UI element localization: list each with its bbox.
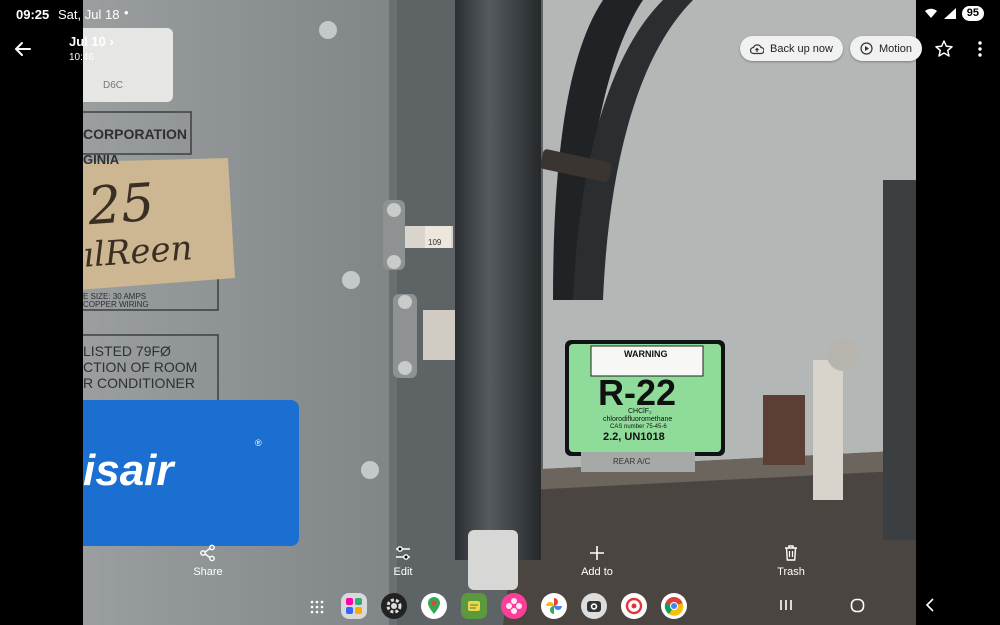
signal-icon bbox=[943, 8, 956, 19]
app-drawer-icon[interactable] bbox=[309, 599, 325, 615]
photo-formula: CHClF₂ bbox=[628, 408, 652, 415]
photo-text-d: D6C bbox=[103, 80, 124, 91]
home-icon[interactable] bbox=[850, 598, 865, 613]
motion-label: Motion bbox=[879, 42, 913, 55]
motion-button[interactable]: Motion bbox=[850, 36, 923, 61]
photo-brand-text: isair bbox=[83, 446, 174, 495]
trash-button[interactable]: Trash bbox=[746, 544, 836, 578]
chevron-right-icon: › bbox=[109, 34, 114, 49]
photo-viewer[interactable]: D6C CORPORATION GINIA 25 ılReen E SIZE: … bbox=[83, 0, 916, 625]
share-label: Share bbox=[193, 566, 223, 578]
cloud-upload-icon bbox=[750, 43, 764, 54]
gallery-flower-icon[interactable] bbox=[501, 593, 527, 619]
chrome-icon[interactable] bbox=[661, 593, 687, 619]
add-to-button[interactable]: Add to bbox=[552, 544, 642, 578]
browser-red-icon[interactable] bbox=[621, 593, 647, 619]
edit-sliders-icon bbox=[396, 546, 410, 560]
photo-text-ction: CTION OF ROOM bbox=[83, 359, 198, 375]
photo-tape-number: 109 bbox=[428, 238, 442, 247]
back-nav-icon[interactable] bbox=[923, 598, 937, 612]
more-vert-icon[interactable] bbox=[970, 39, 990, 59]
share-button[interactable]: Share bbox=[163, 544, 253, 578]
maps-icon[interactable] bbox=[421, 593, 447, 619]
status-date: Sat, Jul 18 bbox=[58, 7, 120, 22]
photo-text-wiring: COPPER WIRING bbox=[83, 300, 149, 309]
photo-handwriting-1: 25 bbox=[85, 172, 157, 238]
photo-text-listed: LISTED 79FØ bbox=[83, 343, 171, 359]
share-icon bbox=[200, 544, 215, 562]
status-icons: 95 bbox=[924, 6, 984, 21]
camera-icon[interactable] bbox=[581, 593, 607, 619]
photo-rear: REAR A/C bbox=[613, 457, 651, 466]
photo-brand-reg: ® bbox=[255, 438, 262, 448]
system-nav-bar bbox=[0, 590, 1000, 625]
add-to-label: Add to bbox=[581, 566, 613, 578]
photo-date: Jul 10 bbox=[69, 34, 106, 49]
photo-warning: WARNING bbox=[624, 349, 668, 359]
photo-time: 10:46 bbox=[69, 52, 95, 63]
photo-un: 2.2, UN1018 bbox=[603, 431, 665, 443]
notes-app-icon[interactable] bbox=[461, 593, 487, 619]
trash-label: Trash bbox=[777, 566, 805, 578]
trash-icon bbox=[785, 545, 797, 561]
photo-text-ginia: GINIA bbox=[83, 152, 120, 167]
status-time: 09:25 bbox=[16, 7, 50, 22]
motion-play-icon bbox=[860, 42, 873, 55]
battery-badge: 95 bbox=[961, 6, 984, 21]
app-folder-icon[interactable] bbox=[341, 593, 367, 619]
top-bar: Jul 10 › 10:46 Back up now Motion bbox=[0, 28, 1000, 68]
photo-handwriting-2: ılReen bbox=[83, 228, 194, 276]
photo-date-title[interactable]: Jul 10 › bbox=[69, 34, 114, 49]
photo-text-cond: R CONDITIONER bbox=[83, 375, 195, 391]
google-photos-icon[interactable] bbox=[541, 593, 567, 619]
photo-chemname: chlorodifluoromethane bbox=[603, 416, 673, 423]
photo-text-corp: CORPORATION bbox=[83, 126, 187, 142]
wifi-icon bbox=[924, 8, 937, 18]
settings-gear-icon[interactable] bbox=[381, 593, 407, 619]
plus-icon bbox=[590, 546, 604, 560]
recents-icon[interactable] bbox=[779, 598, 793, 612]
action-bar: Share Edit Add to Trash bbox=[0, 540, 1000, 590]
back-up-now-label: Back up now bbox=[770, 42, 833, 55]
star-icon[interactable] bbox=[934, 39, 954, 59]
edit-button[interactable]: Edit bbox=[358, 544, 448, 578]
photo-cas: CAS number 75-45-6 bbox=[610, 424, 667, 430]
back-arrow-icon[interactable] bbox=[12, 38, 34, 60]
status-notification-dot: • bbox=[124, 5, 129, 20]
photo-image bbox=[83, 0, 916, 625]
status-bar: 09:25 Sat, Jul 18 • 95 bbox=[0, 0, 1000, 28]
back-up-now-button[interactable]: Back up now bbox=[740, 36, 843, 61]
edit-label: Edit bbox=[393, 566, 413, 578]
